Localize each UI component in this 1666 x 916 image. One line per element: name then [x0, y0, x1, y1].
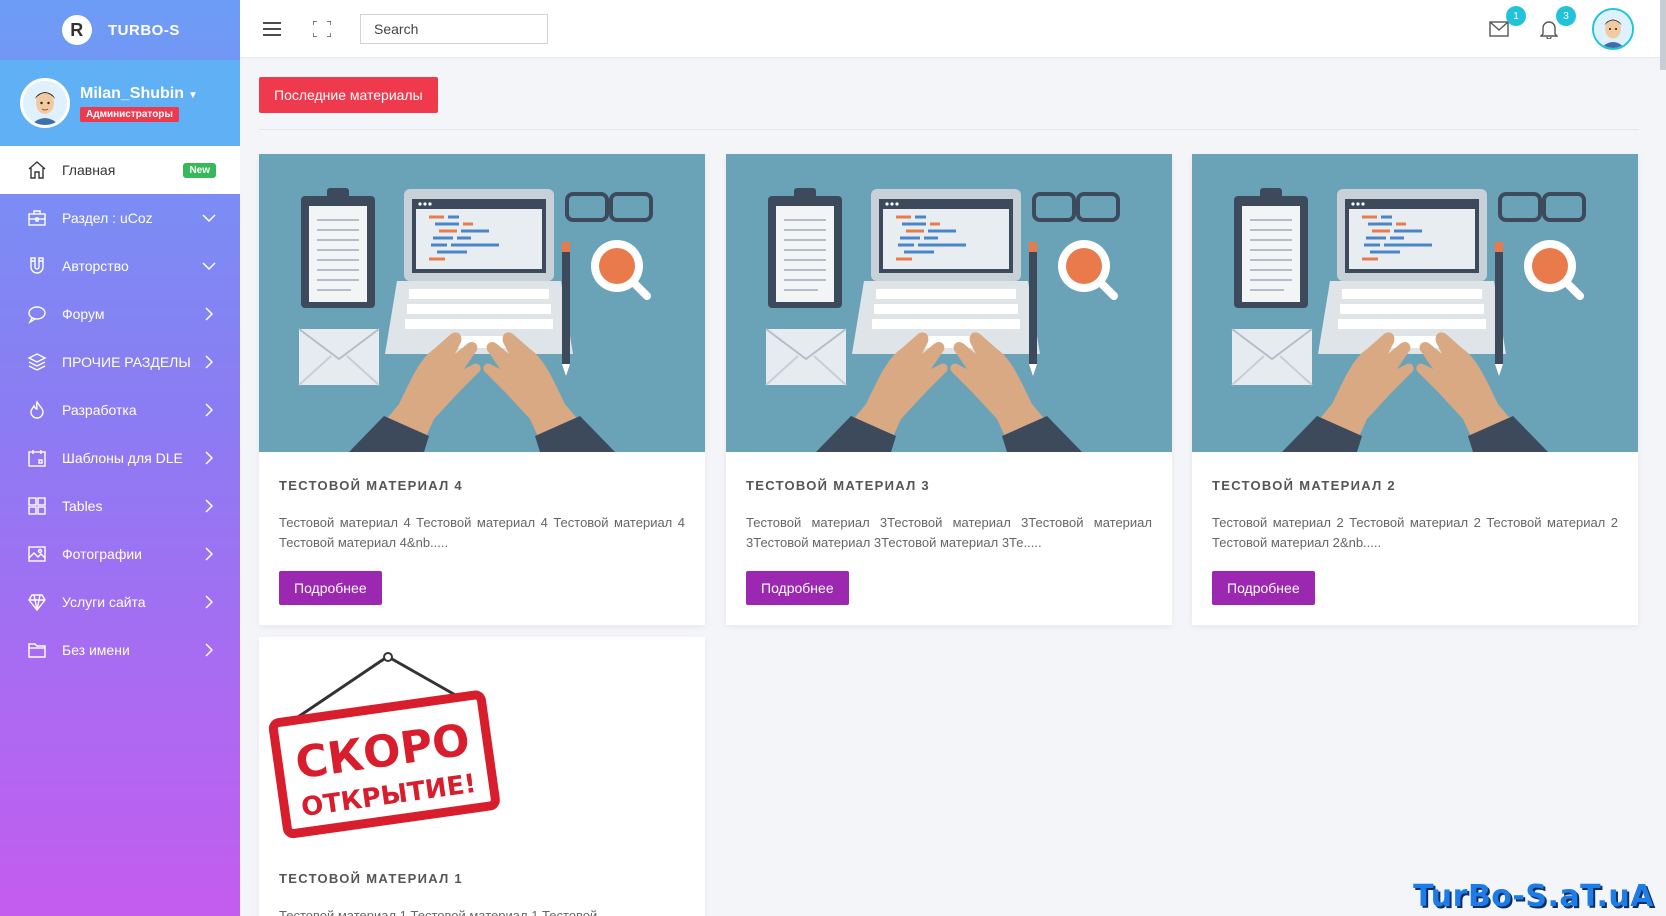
chevron-right-icon [205, 595, 214, 609]
read-more-button[interactable]: Подробнее [1212, 571, 1315, 605]
topbar-actions: 1 3 [1462, 0, 1634, 58]
divider [259, 129, 1639, 130]
hamburger-icon [263, 21, 281, 36]
fullscreen-button[interactable] [312, 19, 332, 39]
material-card: ТЕСТОВОЙ МАТЕРИАЛ 3 Тестовой материал 3Т… [726, 154, 1172, 625]
role-badge: Администраторы [80, 106, 179, 122]
read-more-button[interactable]: Подробнее [279, 571, 382, 605]
site-watermark: TurBo-S.aT.uA [1413, 879, 1654, 914]
brand-name: TURBO-S [108, 21, 180, 39]
scrollbar[interactable] [1660, 0, 1666, 70]
sidebar-item-forum[interactable]: Форум [0, 290, 240, 338]
chevron-right-icon [205, 499, 214, 513]
messages-button[interactable]: 1 [1486, 6, 1526, 42]
magnet-icon [26, 255, 48, 277]
sidebar-item-home[interactable]: Главная New [0, 146, 240, 194]
username: Milan_Shubin [80, 84, 184, 102]
chevron-right-icon [205, 643, 214, 657]
material-card: СКОРО ОТКРЫТИЕ! ТЕСТОВОЙ МАТЕРИАЛ 1 Тест… [259, 637, 705, 916]
image-icon [26, 543, 48, 565]
calendar-icon [26, 447, 48, 469]
sidebar-item-photos[interactable]: Фотографии [0, 530, 240, 578]
card-excerpt: Тестовой материал 3Тестовой материал 3Те… [746, 515, 1152, 550]
sidebar-item-other-sections[interactable]: ПРОЧИЕ РАЗДЕЛЫ [0, 338, 240, 386]
briefcase-icon [26, 207, 48, 229]
avatar[interactable] [20, 78, 70, 128]
bell-icon [1540, 21, 1558, 39]
caret-down-icon: ▼ [188, 89, 198, 101]
user-menu[interactable]: Milan_Shubin ▼ [80, 85, 198, 103]
folder-icon [26, 639, 48, 661]
material-card: ТЕСТОВОЙ МАТЕРИАЛ 2 Тестовой материал 2 … [1192, 154, 1638, 625]
menu-toggle-button[interactable] [262, 19, 282, 39]
sidebar-nav: Главная New Раздел : uCoz Авторство Фору… [0, 146, 240, 674]
sidebar-item-label: Раздел : uCoz [62, 210, 153, 226]
chevron-down-icon [202, 262, 216, 271]
card-image[interactable] [259, 154, 705, 452]
card-excerpt: Тестовой материал 1 Тестовой материал 1 … [279, 908, 598, 916]
card-title[interactable]: ТЕСТОВОЙ МАТЕРИАЛ 4 [279, 478, 685, 493]
search-box [360, 13, 555, 44]
user-avatar-button[interactable] [1592, 8, 1634, 50]
envelope-icon [1489, 21, 1509, 37]
diamond-icon [26, 591, 48, 613]
sidebar-item-label: Главная [62, 162, 116, 178]
sidebar-item-label: Без имени [62, 642, 130, 658]
new-badge: New [183, 162, 216, 178]
sidebar-item-authorship[interactable]: Авторство [0, 242, 240, 290]
sidebar-item-unnamed[interactable]: Без имени [0, 626, 240, 674]
sidebar-item-label: ПРОЧИЕ РАЗДЕЛЫ [62, 354, 191, 370]
chat-bubble-icon [26, 303, 48, 325]
chevron-right-icon [205, 547, 214, 561]
topbar: 1 3 [240, 0, 1666, 58]
search-input[interactable] [374, 20, 555, 37]
sidebar-item-dle-templates[interactable]: Шаблоны для DLE [0, 434, 240, 482]
sidebar-item-ucoz[interactable]: Раздел : uCoz [0, 194, 240, 242]
sidebar-item-tables[interactable]: Tables [0, 482, 240, 530]
card-title[interactable]: ТЕСТОВОЙ МАТЕРИАЛ 2 [1212, 478, 1618, 493]
notifications-count-badge: 3 [1556, 6, 1576, 26]
sidebar-item-label: Шаблоны для DLE [62, 450, 183, 466]
chevron-right-icon [205, 403, 214, 417]
sidebar: R TURBO-S Milan_Shubin ▼ Администраторы [0, 0, 240, 916]
card-excerpt: Тестовой материал 4 Тестовой материал 4 … [279, 515, 685, 550]
sidebar-item-label: Услуги сайта [62, 594, 146, 610]
chevron-right-icon [205, 307, 214, 321]
sidebar-item-label: Форум [62, 306, 105, 322]
sidebar-item-label: Tables [62, 498, 103, 514]
sidebar-item-development[interactable]: Разработка [0, 386, 240, 434]
read-more-button[interactable]: Подробнее [746, 571, 849, 605]
sidebar-item-site-services[interactable]: Услуги сайта [0, 578, 240, 626]
grid-icon [26, 495, 48, 517]
home-icon [26, 159, 48, 181]
coming-soon-image[interactable]: СКОРО ОТКРЫТИЕ! [259, 637, 705, 845]
brand[interactable]: R TURBO-S [0, 0, 240, 60]
card-image[interactable] [726, 154, 1172, 452]
chevron-down-icon [202, 214, 216, 223]
notifications-button[interactable]: 3 [1536, 6, 1576, 42]
messages-count-badge: 1 [1506, 6, 1526, 26]
chevron-right-icon [205, 451, 214, 465]
user-profile: Milan_Shubin ▼ Администраторы [0, 60, 240, 146]
chevron-right-icon [205, 355, 214, 369]
card-excerpt: Тестовой материал 2 Тестовой материал 2 … [1212, 515, 1618, 550]
sidebar-item-label: Фотографии [62, 546, 143, 562]
sidebar-item-label: Разработка [62, 402, 137, 418]
card-image[interactable] [1192, 154, 1638, 452]
fire-icon [26, 399, 48, 421]
fullscreen-icon [313, 20, 331, 37]
card-title[interactable]: ТЕСТОВОЙ МАТЕРИАЛ 1 [279, 871, 685, 886]
brand-logo: R [62, 15, 92, 45]
layers-icon [26, 351, 48, 373]
card-title[interactable]: ТЕСТОВОЙ МАТЕРИАЛ 3 [746, 478, 1152, 493]
material-card: ТЕСТОВОЙ МАТЕРИАЛ 4 Тестовой материал 4 … [259, 154, 705, 625]
sidebar-item-label: Авторство [62, 258, 129, 274]
latest-materials-button[interactable]: Последние материалы [259, 77, 438, 113]
main-content: Последние материалы [259, 77, 1639, 130]
